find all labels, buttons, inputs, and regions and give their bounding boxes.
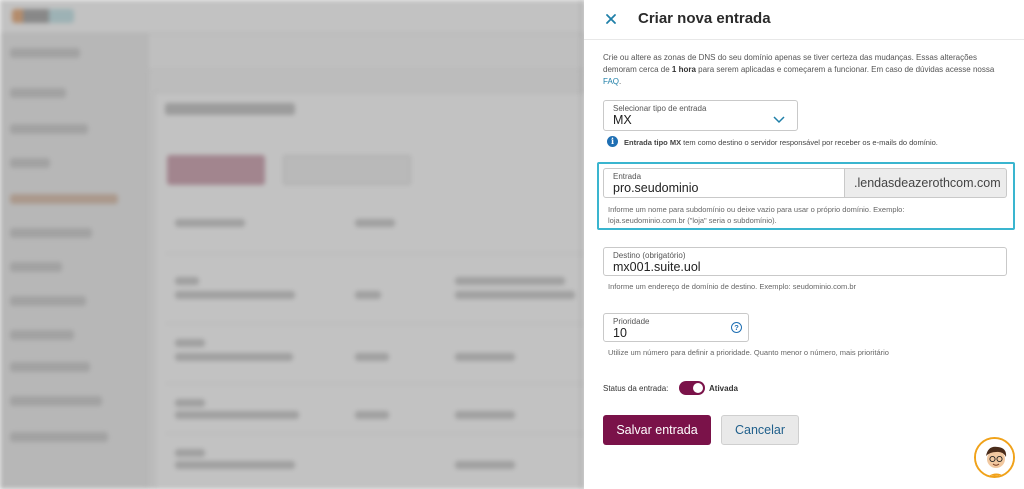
toggle-knob [693,383,703,393]
drawer-title: Criar nova entrada [638,10,771,27]
entry-type-info-bold: Entrada tipo MX [624,138,682,147]
chevron-down-icon[interactable] [773,111,785,124]
cancel-button[interactable]: Cancelar [721,415,799,445]
entry-help-line: loja.seudominio.com.br ("loja" seria o s… [608,216,777,225]
priority-input[interactable]: Prioridade 10 ? [603,313,749,342]
priority-value: 10 [613,326,627,340]
priority-help-text: Utilize um número para definir a priorid… [608,348,889,357]
entry-value: pro.seudominio [613,181,699,195]
close-icon[interactable] [602,10,620,28]
destination-value: mx001.suite.uol [613,260,701,274]
priority-label: Prioridade [613,317,650,326]
assistant-avatar[interactable] [974,437,1015,478]
intro-text: Crie ou altere as zonas de DNS do seu do… [603,52,1009,88]
create-entry-drawer: Criar nova entrada Crie ou altere as zon… [584,0,1024,489]
status-toggle[interactable] [679,381,705,395]
info-icon: i [607,136,618,147]
entry-type-info: Entrada tipo MX tem como destino o servi… [624,138,938,147]
drawer-header: Criar nova entrada [584,0,1024,40]
intro-text-part: para serem aplicadas e começarem a funci… [695,65,995,74]
faq-link[interactable]: FAQ [603,77,619,86]
entry-type-label: Selecionar tipo de entrada [613,104,707,113]
entry-help-line: Informe um nome para subdomínio ou deixe… [608,205,905,214]
entry-label: Entrada [613,172,642,181]
entry-type-select[interactable]: Selecionar tipo de entrada MX [603,100,798,131]
entry-domain-suffix: .lendasdeazerothcom.com [845,168,1007,198]
destination-input[interactable]: Destino (obrigatório) mx001.suite.uol [603,247,1007,276]
status-value: Ativada [709,384,738,393]
entry-help-text: Informe um nome para subdomínio ou deixe… [608,204,988,226]
destination-help-text: Informe um endereço de domínio de destin… [608,282,857,291]
intro-text-end: . [619,77,622,86]
entry-type-info-text: tem como destino o servidor responsável … [681,138,938,147]
entry-type-value: MX [613,113,632,127]
status-label: Status da entrada: [603,384,669,393]
modal-backdrop[interactable] [0,0,584,489]
help-icon[interactable]: ? [731,322,742,333]
save-entry-button[interactable]: Salvar entrada [603,415,711,445]
entry-input[interactable]: Entrada pro.seudominio [603,168,845,198]
destination-label: Destino (obrigatório) [613,251,686,260]
intro-text-bold: 1 hora [671,65,696,74]
